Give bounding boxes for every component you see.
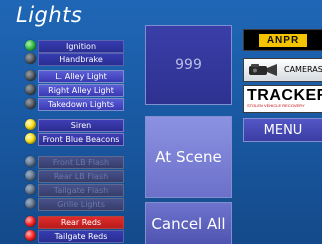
light-label: Right Alley Light: [38, 84, 124, 97]
status-led: [25, 98, 36, 109]
anpr-plate-text: ANPR: [258, 33, 308, 47]
status-led: [25, 198, 36, 209]
light-label: Grille Lights: [38, 198, 124, 211]
status-led: [25, 156, 36, 167]
at-scene-button[interactable]: At Scene: [145, 116, 232, 198]
tracker-subtitle: STOLEN VEHICLE RECOVERY: [247, 103, 305, 108]
light-row-rear-reds[interactable]: Rear Reds: [22, 216, 124, 229]
light-row-grille-lights[interactable]: Grille Lights: [22, 198, 124, 211]
status-led: [25, 84, 36, 95]
light-row-l-alley[interactable]: L. Alley Light: [22, 70, 124, 83]
status-led: [25, 170, 36, 181]
light-row-takedown[interactable]: Takedown Lights: [22, 98, 124, 111]
light-row-right-alley[interactable]: Right Alley Light: [22, 84, 124, 97]
status-led: [25, 53, 36, 64]
menu-button[interactable]: MENU: [243, 118, 322, 142]
emergency-999-button[interactable]: 999: [145, 25, 232, 105]
anpr-logo[interactable]: ANPR: [243, 29, 322, 51]
light-label: Ignition: [38, 40, 124, 53]
light-label: Tailgate Flash: [38, 184, 124, 197]
light-label: Tailgate Reds: [38, 230, 124, 243]
light-row-handbrake[interactable]: Handbrake: [22, 53, 124, 66]
status-led: [25, 133, 36, 144]
light-row-front-lb-flash[interactable]: Front LB Flash: [22, 156, 124, 169]
light-row-tailgate-flash[interactable]: Tailgate Flash: [22, 184, 124, 197]
light-label: Rear Reds: [38, 216, 124, 229]
light-row-front-blue-beacons[interactable]: Front Blue Beacons: [22, 133, 124, 146]
cameras-label: CAMERAS: [284, 65, 322, 74]
light-row-tailgate-reds[interactable]: Tailgate Reds: [22, 230, 124, 243]
status-led: [25, 70, 36, 81]
light-label: Front LB Flash: [38, 156, 124, 169]
status-led: [25, 230, 36, 241]
status-led: [25, 119, 36, 130]
lights-control-screen: Lights Ignition Handbrake L. Alley Light…: [0, 0, 322, 244]
light-label: Siren: [38, 119, 124, 132]
light-label: Handbrake: [38, 53, 124, 66]
cancel-all-button[interactable]: Cancel All: [145, 202, 232, 244]
light-row-ignition[interactable]: Ignition: [22, 40, 124, 53]
page-title: Lights: [16, 3, 83, 27]
tracker-name: TRACKER: [247, 87, 322, 104]
cameras-logo[interactable]: CAMERAS: [243, 58, 322, 82]
light-row-siren[interactable]: Siren: [22, 119, 124, 132]
tracker-logo[interactable]: TRACKER STOLEN VEHICLE RECOVERY: [243, 85, 322, 113]
status-led: [25, 184, 36, 195]
light-label: Rear LB Flash: [38, 170, 124, 183]
video-camera-icon: [249, 64, 277, 76]
light-label: Front Blue Beacons: [38, 133, 124, 146]
light-row-rear-lb-flash[interactable]: Rear LB Flash: [22, 170, 124, 183]
light-label: L. Alley Light: [38, 70, 124, 83]
status-led: [25, 40, 36, 51]
status-led: [25, 216, 36, 227]
light-label: Takedown Lights: [38, 98, 124, 111]
